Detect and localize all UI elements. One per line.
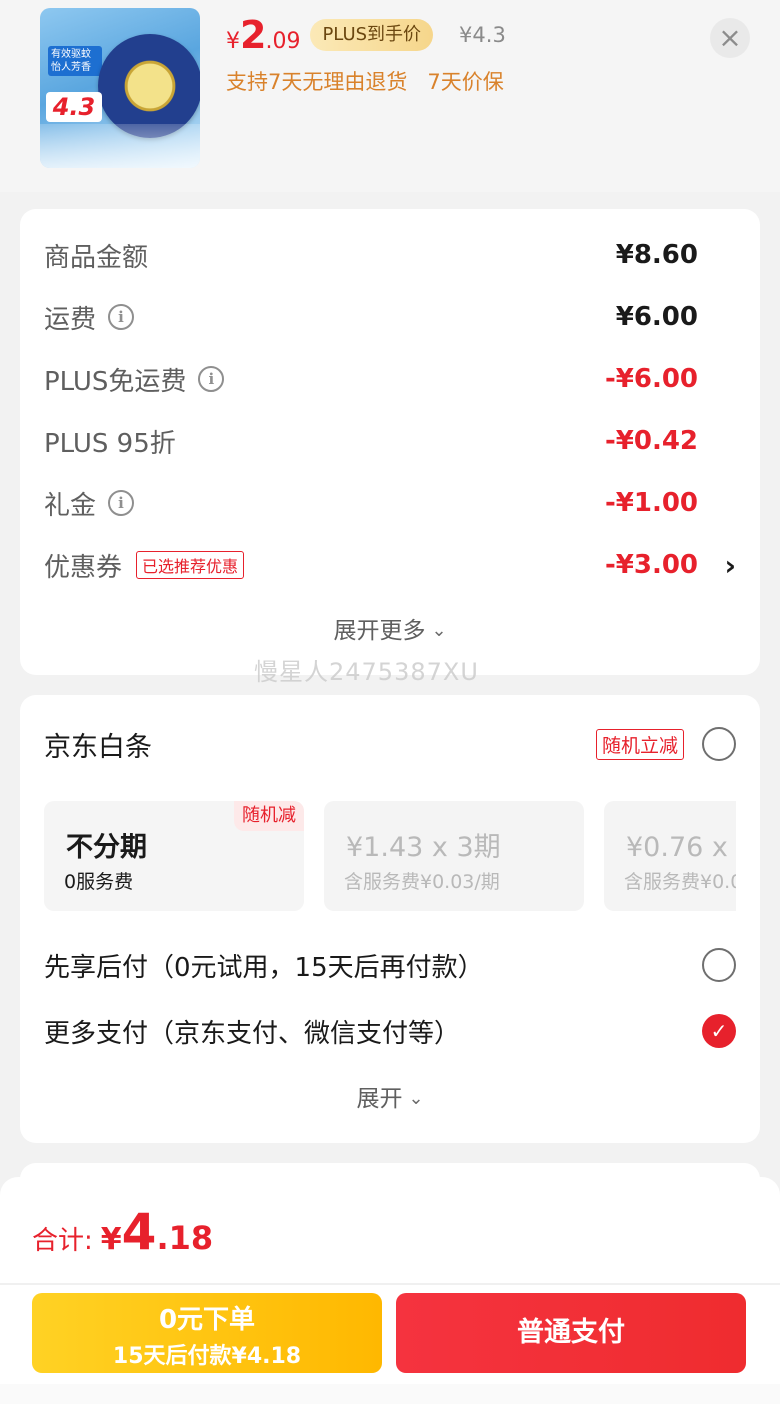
more-payment-option[interactable]: 更多支付（京东支付、微信支付等） <box>44 1013 460 1050</box>
summary-label: 优惠券 <box>44 552 123 583</box>
expand-payment-button[interactable]: 展开 ⌄ <box>20 1079 760 1113</box>
summary-value: ¥6.00 <box>615 302 698 332</box>
total-decimal: .18 <box>156 1219 214 1257</box>
checkout-bar: 合计: ¥ 4 .18 0元下单 15天后付款¥4.18 普通支付 <box>0 1177 780 1404</box>
summary-label: 商品金额 <box>44 242 149 273</box>
home-indicator-area <box>0 1384 780 1404</box>
current-price-integer: 2 <box>240 13 266 57</box>
installment-plan-none[interactable]: 随机减 不分期 0服务费 <box>44 801 304 911</box>
pay-later-button[interactable]: 0元下单 15天后付款¥4.18 <box>32 1293 382 1373</box>
summary-label: PLUS 95折 <box>44 428 176 459</box>
summary-row-goods: 商品金额 ¥8.60 <box>44 235 736 275</box>
info-icon[interactable]: i <box>108 304 135 330</box>
info-icon[interactable]: i <box>198 366 225 392</box>
plan-badge: 随机减 <box>234 801 304 831</box>
chevron-down-icon: ⌄ <box>408 1088 424 1109</box>
summary-label: PLUS免运费 <box>44 366 187 397</box>
installment-plan-3[interactable]: ¥1.43 x 3期 含服务费¥0.03/期 <box>324 801 584 911</box>
total-label: 合计: <box>32 1226 93 1256</box>
product-image-base <box>40 124 200 168</box>
plan-sub-text: 0服务费 <box>64 871 134 893</box>
product-header: 有效驱蚊 怡人芳香 4.3 ¥ 2 .09 PLUS到手价 ¥4.3 支持7天无… <box>0 0 780 192</box>
current-price-decimal: .09 <box>265 29 301 54</box>
expand-more-button[interactable]: 展开更多 ⌄ <box>20 611 760 645</box>
total-integer: 4 <box>121 1203 157 1261</box>
summary-label-wrap: PLUS免运费 i <box>44 361 225 398</box>
installment-plan-6[interactable]: ¥0.76 x 6期 含服务费¥0.03/期 <box>604 801 736 911</box>
summary-value: -¥0.42 <box>604 426 698 456</box>
check-icon: ✓ <box>710 1019 728 1043</box>
guarantee-row: 支持7天无理由退货 7天价保 <box>226 66 504 96</box>
summary-label-wrap: 礼金 i <box>44 485 135 522</box>
plan-main-text: ¥0.76 x 6期 <box>626 832 736 863</box>
close-icon: × <box>718 21 742 54</box>
pay-later-button-title: 0元下单 <box>158 1305 256 1335</box>
return-guarantee: 支持7天无理由退货 <box>226 70 408 94</box>
more-payment-radio[interactable]: ✓ <box>702 1014 736 1048</box>
watermark-text: 慢星人2475387XU <box>254 658 479 686</box>
product-image-price: 4.3 <box>46 92 102 122</box>
summary-label-wrap: 运费 i <box>44 299 135 336</box>
plus-price-badge: PLUS到手价 <box>310 19 434 51</box>
summary-value: -¥3.00 <box>604 550 698 580</box>
expand-more-label: 展开更多 <box>333 618 426 644</box>
summary-row-shipping: 运费 i ¥6.00 <box>44 297 736 337</box>
baitiao-radio[interactable] <box>702 727 736 761</box>
normal-pay-button[interactable]: 普通支付 <box>396 1293 746 1373</box>
plan-main-text: 不分期 <box>66 832 147 863</box>
summary-label-wrap: 优惠券 已选推荐优惠 <box>44 547 245 584</box>
summary-row-plus-discount: PLUS 95折 -¥0.42 <box>44 421 736 461</box>
product-image-tag: 有效驱蚊 怡人芳香 <box>48 46 102 76</box>
divider <box>0 1283 780 1285</box>
chevron-right-icon[interactable]: › <box>724 549 736 582</box>
baitiao-title: 京东白条 <box>44 732 152 763</box>
price-row: ¥ 2 .09 PLUS到手价 ¥4.3 <box>226 10 506 60</box>
total-symbol: ¥ <box>100 1222 122 1257</box>
original-price: ¥4.3 <box>459 23 506 47</box>
close-button[interactable]: × <box>710 18 750 58</box>
expand-payment-label: 展开 <box>356 1086 403 1112</box>
pay-later-option[interactable]: 先享后付（0元试用，15天后再付款） <box>44 947 484 984</box>
info-icon[interactable]: i <box>108 490 135 516</box>
price-summary-card: 商品金额 ¥8.60 运费 i ¥6.00 PLUS免运费 i -¥6.00 P… <box>20 209 760 675</box>
random-discount-tag: 随机立减 <box>596 729 685 760</box>
summary-value: ¥8.60 <box>615 240 698 270</box>
pay-later-radio[interactable] <box>702 948 736 982</box>
plan-sub-text: 含服务费¥0.03/期 <box>344 871 500 893</box>
product-image[interactable]: 有效驱蚊 怡人芳香 4.3 <box>40 8 200 168</box>
product-tin-graphic <box>98 34 200 138</box>
plan-sub-text: 含服务费¥0.03/期 <box>624 871 736 893</box>
current-price-symbol: ¥ <box>226 29 240 54</box>
summary-value: -¥6.00 <box>604 364 698 394</box>
total-amount: 合计: ¥ 4 .18 <box>32 1203 213 1261</box>
coupon-recommended-tag: 已选推荐优惠 <box>136 551 245 579</box>
plan-main-text: ¥1.43 x 3期 <box>346 832 501 863</box>
summary-value: -¥1.00 <box>604 488 698 518</box>
installment-plan-list[interactable]: 随机减 不分期 0服务费 ¥1.43 x 3期 含服务费¥0.03/期 ¥0.7… <box>44 801 736 913</box>
current-price: ¥ 2 .09 <box>226 13 300 57</box>
summary-row-coupon[interactable]: 优惠券 已选推荐优惠 -¥3.00 › <box>44 545 736 585</box>
pay-later-button-subtitle: 15天后付款¥4.18 <box>112 1344 302 1369</box>
summary-label: 礼金 <box>44 490 97 521</box>
summary-row-gift: 礼金 i -¥1.00 <box>44 483 736 523</box>
summary-label: 运费 <box>44 304 97 335</box>
payment-method-card: 京东白条 随机立减 随机减 不分期 0服务费 ¥1.43 x 3期 含服务费¥0… <box>20 695 760 1143</box>
price-protection: 7天价保 <box>427 70 504 94</box>
chevron-down-icon: ⌄ <box>431 620 447 641</box>
summary-row-plus-free-shipping: PLUS免运费 i -¥6.00 <box>44 359 736 399</box>
